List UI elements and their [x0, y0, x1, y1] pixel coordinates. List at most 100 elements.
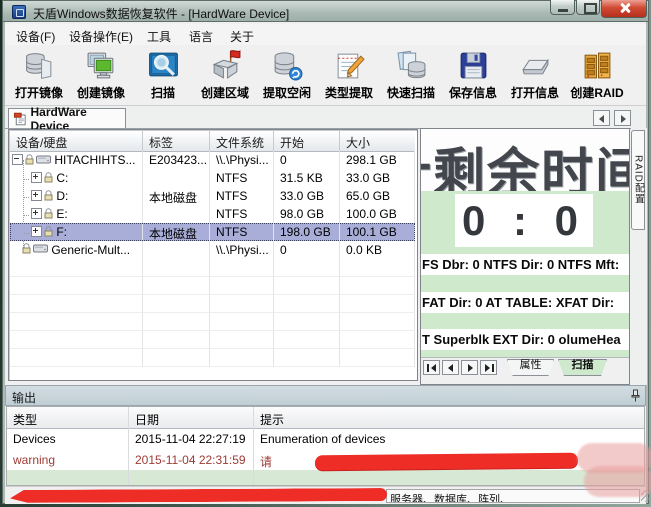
- scan-stat-ntfs: FS Dbr: 0 NTFS Dir: 0 NTFS Mft:: [421, 254, 629, 275]
- quick-scan-icon: [395, 49, 428, 82]
- menu-about[interactable]: 关于: [226, 27, 258, 46]
- toolbar-scan[interactable]: 扫描: [132, 45, 194, 105]
- remaining-time-display: 0 : 0: [455, 194, 593, 247]
- nav-prev-button[interactable]: [442, 360, 459, 375]
- lock-icon: [44, 226, 53, 237]
- tab-properties[interactable]: 属性: [507, 359, 554, 376]
- device-row-f-selected[interactable]: F: 本地磁盘 NTFS 198.0 GB 100.1 GB: [10, 223, 415, 241]
- refresh-icon: [643, 49, 647, 82]
- col-start[interactable]: 开始: [274, 131, 340, 151]
- remaining-time-title: 计剩余时间: [421, 131, 629, 191]
- output-row-empty: [7, 470, 644, 485]
- window-title: 天盾Windows数据恢复软件 - [HardWare Device]: [33, 5, 289, 22]
- device-row-d[interactable]: D: 本地磁盘 NTFS 33.0 GB 65.0 GB: [10, 187, 415, 205]
- device-table: 设备/硬盘 标签 文件系统 开始 大小 HITACHIHTS... E20342…: [8, 129, 418, 381]
- col-message[interactable]: 提示: [254, 407, 644, 428]
- arrow-right-icon: [621, 115, 626, 123]
- tab-raid-config[interactable]: RAID配置: [631, 130, 645, 230]
- device-row-e[interactable]: E: NTFS 98.0 GB 100.0 GB: [10, 205, 415, 223]
- redaction-scribble-warning: [315, 453, 578, 471]
- expand-icon[interactable]: [31, 190, 42, 201]
- empty-row: [10, 295, 415, 313]
- device-row-hitachi[interactable]: HITACHIHTS... E203423... \\.\Physi... 0 …: [10, 151, 415, 169]
- col-date[interactable]: 日期: [129, 407, 254, 428]
- save-info-icon: [457, 49, 490, 82]
- status-info-text: 服务器、数据库、阵列、: [390, 491, 511, 503]
- menu-language[interactable]: 语言: [185, 27, 217, 46]
- lock-icon: [44, 190, 53, 201]
- scan-icon: [147, 49, 180, 82]
- tab-scroll-left-button[interactable]: [593, 110, 610, 126]
- expand-icon[interactable]: [31, 208, 42, 219]
- output-header: 类型 日期 提示: [7, 407, 644, 429]
- toolbar-open-image[interactable]: 打开镜像: [8, 45, 70, 105]
- toolbar-create-raid[interactable]: 创建RAID: [566, 45, 628, 105]
- collapse-icon[interactable]: [12, 154, 23, 165]
- output-table: 类型 日期 提示 Devices 2015-11-04 22:27:19 Enu…: [6, 406, 645, 486]
- minimize-icon: [558, 9, 568, 12]
- open-image-icon: [23, 49, 56, 82]
- output-title: 输出: [12, 389, 36, 406]
- menu-tools[interactable]: 工具: [143, 27, 175, 46]
- tab-scan[interactable]: 扫描: [558, 359, 607, 376]
- expand-icon[interactable]: [31, 226, 42, 237]
- col-filesystem[interactable]: 文件系统: [210, 131, 274, 151]
- empty-row: [10, 259, 415, 277]
- document-tab-bar: HardWare Device: [5, 106, 646, 129]
- toolbar: 打开镜像 创建镜像 扫描: [5, 45, 646, 106]
- scan-panel: 计剩余时间 0 : 0 FS Dbr: 0 NTFS Dir: 0 NTFS M…: [420, 128, 630, 385]
- maximize-button[interactable]: [576, 0, 600, 15]
- document-icon: [14, 112, 27, 126]
- col-label[interactable]: 标签: [143, 131, 210, 151]
- nav-first-button[interactable]: [423, 360, 440, 375]
- type-extract-icon: [333, 49, 366, 82]
- scan-nav-row: 属性 扫描: [421, 357, 629, 385]
- create-image-icon: [85, 49, 118, 82]
- open-info-icon: [519, 49, 552, 82]
- menu-bar: 设备(F) 设备操作(E) 工具 语言 关于: [5, 24, 646, 46]
- toolbar-refresh[interactable]: [628, 45, 646, 105]
- nav-next-button[interactable]: [461, 360, 478, 375]
- tab-hardware-device[interactable]: HardWare Device: [8, 108, 126, 128]
- raid-side-strip: RAID配置: [631, 128, 647, 385]
- disk-icon: [33, 244, 48, 253]
- nav-last-button[interactable]: [480, 360, 497, 375]
- col-size[interactable]: 大小: [340, 131, 415, 151]
- toolbar-save-info[interactable]: 保存信息: [442, 45, 504, 105]
- toolbar-open-info[interactable]: 打开信息: [504, 45, 566, 105]
- toolbar-extract-free[interactable]: 提取空闲: [256, 45, 318, 105]
- toolbar-quick-scan[interactable]: 快速扫描: [380, 45, 442, 105]
- app-icon: [12, 5, 26, 19]
- tab-scroll-right-button[interactable]: [614, 110, 631, 126]
- device-row-generic[interactable]: Generic-Mult... \\.\Physi... 0 0.0 KB: [10, 241, 415, 259]
- desktop: 天盾Windows数据恢复软件 - [HardWare Device] 设备(F…: [0, 0, 651, 507]
- device-table-header: 设备/硬盘 标签 文件系统 开始 大小: [10, 131, 415, 152]
- empty-row: [10, 349, 415, 367]
- toolbar-create-region[interactable]: 创建区域: [194, 45, 256, 105]
- disk-icon: [36, 155, 51, 164]
- menu-device[interactable]: 设备(F): [12, 27, 59, 46]
- minimize-button[interactable]: [550, 0, 575, 15]
- close-button[interactable]: [601, 0, 647, 18]
- lock-icon: [25, 154, 34, 165]
- empty-row: [10, 277, 415, 295]
- create-raid-icon: [581, 49, 614, 82]
- remaining-time-banner: 计剩余时间: [421, 129, 629, 191]
- redaction-pink-blob: [584, 466, 651, 497]
- output-caption-bar: 输出: [5, 385, 646, 406]
- lock-icon: [44, 208, 53, 219]
- close-icon: [619, 3, 631, 13]
- toolbar-create-image[interactable]: 创建镜像: [70, 45, 132, 105]
- redaction-scribble-status: [10, 488, 387, 503]
- menu-device-op[interactable]: 设备操作(E): [65, 27, 137, 46]
- empty-row: [10, 313, 415, 331]
- pin-icon[interactable]: [630, 389, 641, 403]
- device-row-c[interactable]: C: NTFS 31.5 KB 33.0 GB: [10, 169, 415, 187]
- col-device[interactable]: 设备/硬盘: [10, 131, 143, 151]
- create-region-icon: [209, 49, 242, 82]
- arrow-left-icon: [599, 115, 604, 123]
- col-type[interactable]: 类型: [7, 407, 129, 428]
- toolbar-type-extract[interactable]: 类型提取: [318, 45, 380, 105]
- expand-icon[interactable]: [31, 172, 42, 183]
- output-row-devices[interactable]: Devices 2015-11-04 22:27:19 Enumeration …: [7, 428, 644, 449]
